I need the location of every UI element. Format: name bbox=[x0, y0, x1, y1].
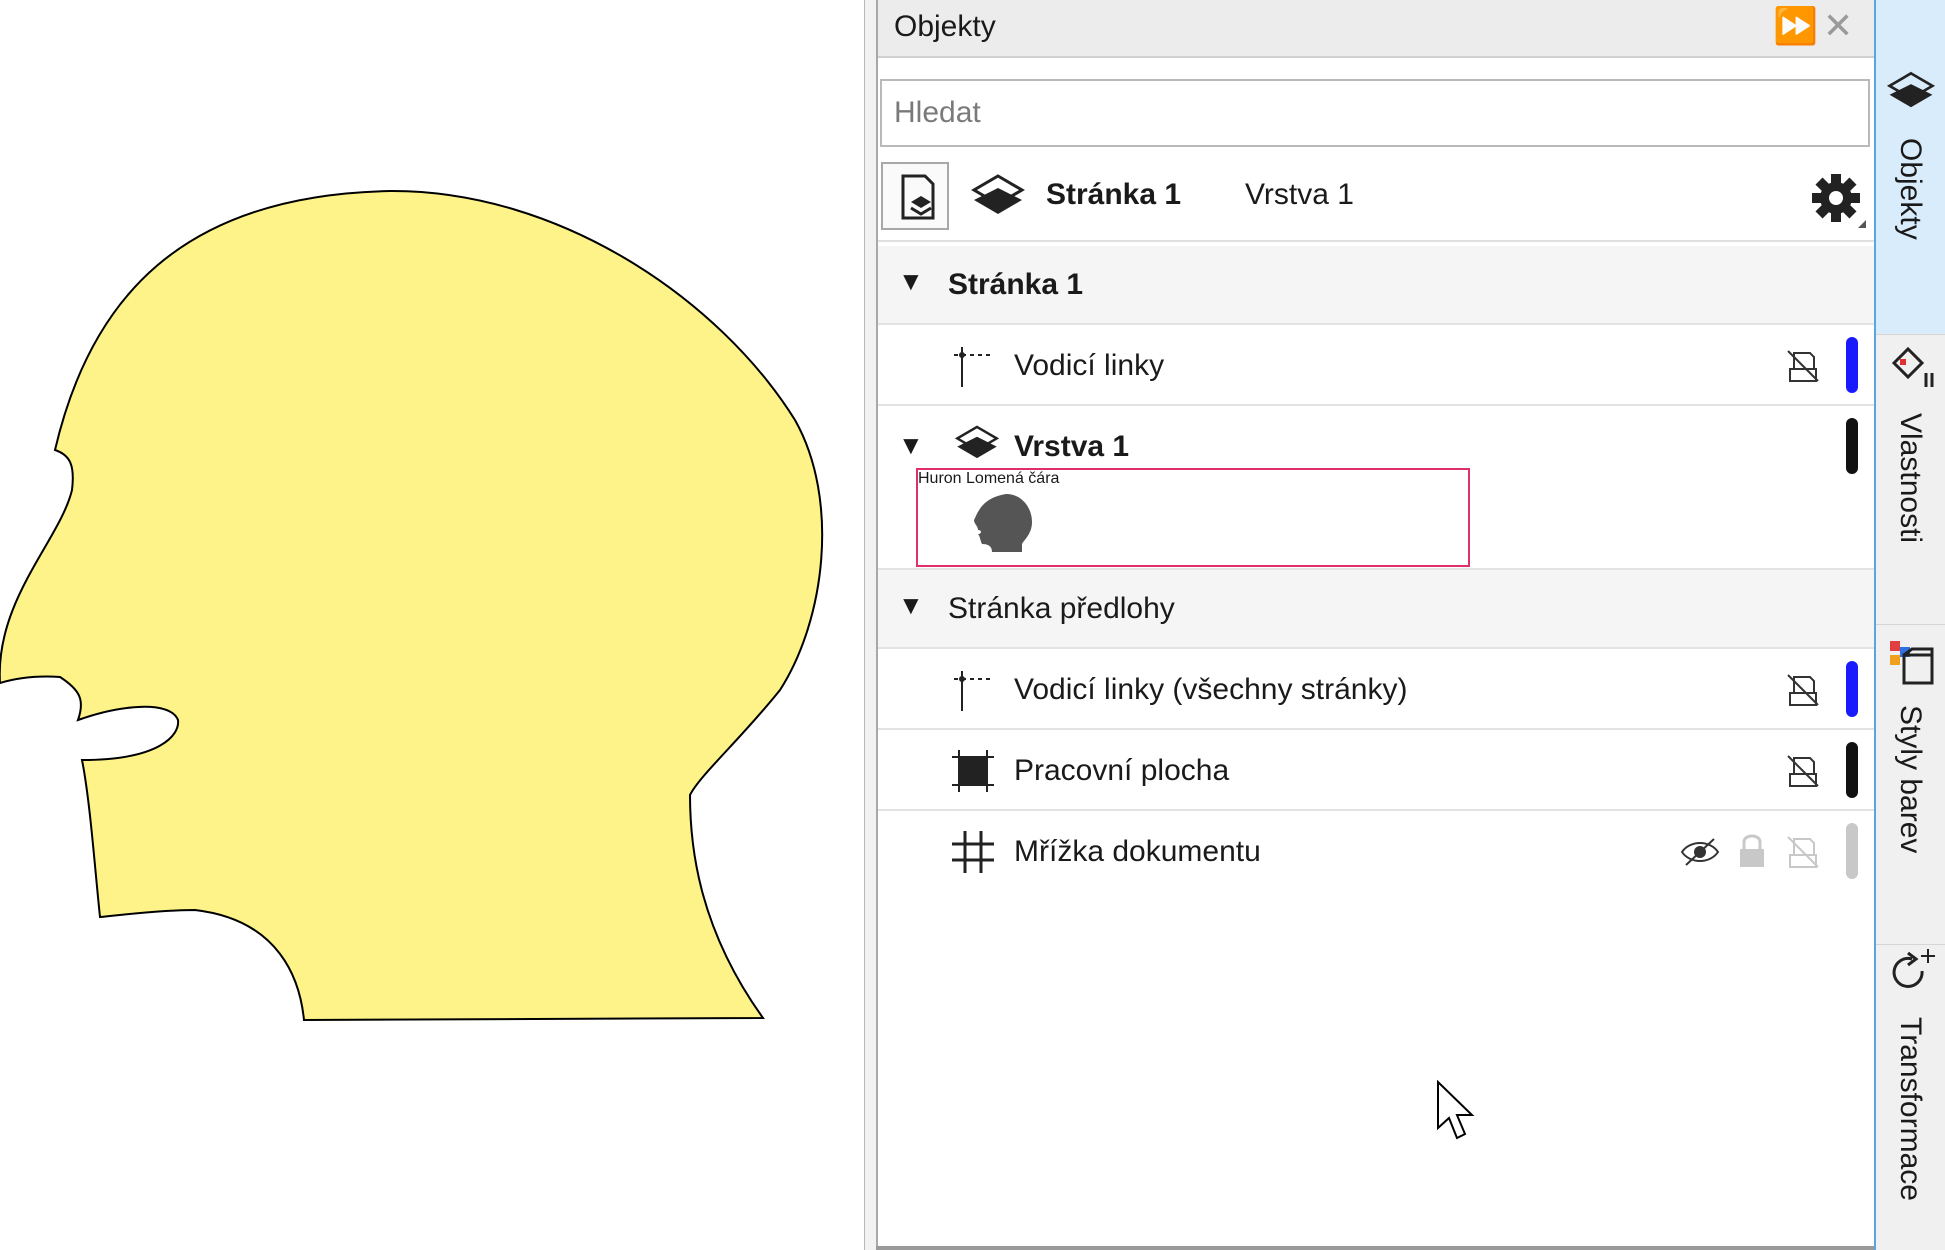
docker-tabs: Objekty Vlastnosti Styly barev Transform… bbox=[1874, 0, 1945, 1250]
tree-object-huron[interactable]: Huron Lomená čára bbox=[916, 468, 1470, 567]
print-icon[interactable] bbox=[1784, 833, 1822, 871]
layer-color-swatch[interactable] bbox=[1846, 742, 1858, 798]
properties-icon bbox=[1891, 346, 1934, 387]
current-layer-label: Vrstva 1 bbox=[1245, 178, 1354, 211]
lock-icon[interactable] bbox=[1736, 831, 1768, 871]
panel-title: Objekty bbox=[894, 10, 996, 43]
page-layers-icon bbox=[901, 174, 935, 220]
tree-label: Stránka předlohy bbox=[948, 592, 1175, 625]
search-input[interactable] bbox=[880, 79, 1870, 147]
gear-icon[interactable] bbox=[1808, 170, 1868, 230]
close-icon[interactable]: ✕ bbox=[1823, 6, 1853, 46]
tab-objects[interactable]: Objekty bbox=[1876, 0, 1945, 335]
guides-icon bbox=[954, 347, 992, 387]
tree-page-1[interactable]: ▼ Stránka 1 bbox=[878, 246, 1874, 325]
color-styles-icon bbox=[1890, 641, 1934, 685]
drawing-canvas[interactable] bbox=[0, 0, 864, 1250]
head-thumbnail-icon bbox=[974, 494, 1032, 552]
objects-panel: Objekty ⏩ ✕ Stránka 1 Vrstva 1 bbox=[876, 0, 1874, 1250]
tab-label: Styly barev bbox=[1894, 705, 1927, 854]
tree-label: Pracovní plocha bbox=[1014, 754, 1230, 787]
tab-transform[interactable]: Transformace bbox=[1876, 945, 1945, 1250]
hidden-eye-icon[interactable] bbox=[1680, 835, 1720, 869]
tab-properties[interactable]: Vlastnosti bbox=[1876, 335, 1945, 625]
print-icon[interactable] bbox=[1784, 347, 1822, 385]
expand-triangle-icon[interactable]: ▼ bbox=[898, 266, 924, 297]
guides-icon bbox=[954, 671, 992, 711]
tree-document-grid[interactable]: Mřížka dokumentu bbox=[878, 811, 1874, 892]
expand-triangle-icon[interactable]: ▼ bbox=[898, 590, 924, 621]
panel-bottom-edge bbox=[876, 1246, 1874, 1250]
panel-toolbar: Stránka 1 Vrstva 1 bbox=[878, 160, 1874, 242]
tree-label: Vrstva 1 bbox=[1014, 430, 1130, 463]
layer-color-swatch[interactable] bbox=[1846, 418, 1858, 474]
expand-triangle-icon[interactable]: ▼ bbox=[898, 430, 924, 461]
page-view-button[interactable] bbox=[881, 162, 949, 230]
tab-color-styles[interactable]: Styly barev bbox=[1876, 625, 1945, 945]
desktop-icon bbox=[952, 750, 994, 792]
transform-icon bbox=[1892, 949, 1935, 988]
tree-label: Vodicí linky bbox=[1014, 349, 1165, 382]
mouse-cursor-icon bbox=[1437, 1080, 1475, 1140]
panel-titlebar: Objekty ⏩ ✕ bbox=[878, 0, 1874, 58]
tree-desktop[interactable]: Pracovní plocha bbox=[878, 730, 1874, 811]
tab-label: Vlastnosti bbox=[1894, 413, 1927, 544]
layer-icon bbox=[954, 425, 1000, 459]
head-silhouette-shape[interactable] bbox=[0, 189, 824, 1022]
layer-color-swatch[interactable] bbox=[1846, 661, 1858, 717]
layer-color-swatch[interactable] bbox=[1846, 823, 1858, 879]
tree-master-page[interactable]: ▼ Stránka předlohy bbox=[878, 570, 1874, 649]
print-icon[interactable] bbox=[1784, 671, 1822, 709]
layers-icon bbox=[1886, 71, 1936, 108]
current-page-label: Stránka 1 bbox=[1046, 178, 1182, 211]
tree-label: Stránka 1 bbox=[948, 268, 1084, 301]
layer-icon bbox=[971, 174, 1025, 214]
tree-guides-all-pages[interactable]: Vodicí linky (všechny stránky) bbox=[878, 649, 1874, 730]
tree-label: Vodicí linky (všechny stránky) bbox=[1014, 673, 1408, 706]
tree-label: Mřížka dokumentu bbox=[1014, 835, 1261, 868]
collapse-panel-icon[interactable]: ⏩ bbox=[1773, 6, 1818, 46]
tab-label: Transformace bbox=[1894, 1017, 1927, 1201]
tab-label: Objekty bbox=[1894, 138, 1927, 240]
tree-label: Huron Lomená čára bbox=[918, 470, 1060, 487]
layer-color-swatch[interactable] bbox=[1846, 337, 1858, 393]
grid-icon bbox=[952, 831, 994, 873]
print-icon[interactable] bbox=[1784, 752, 1822, 790]
tree-guides[interactable]: Vodicí linky bbox=[878, 325, 1874, 406]
